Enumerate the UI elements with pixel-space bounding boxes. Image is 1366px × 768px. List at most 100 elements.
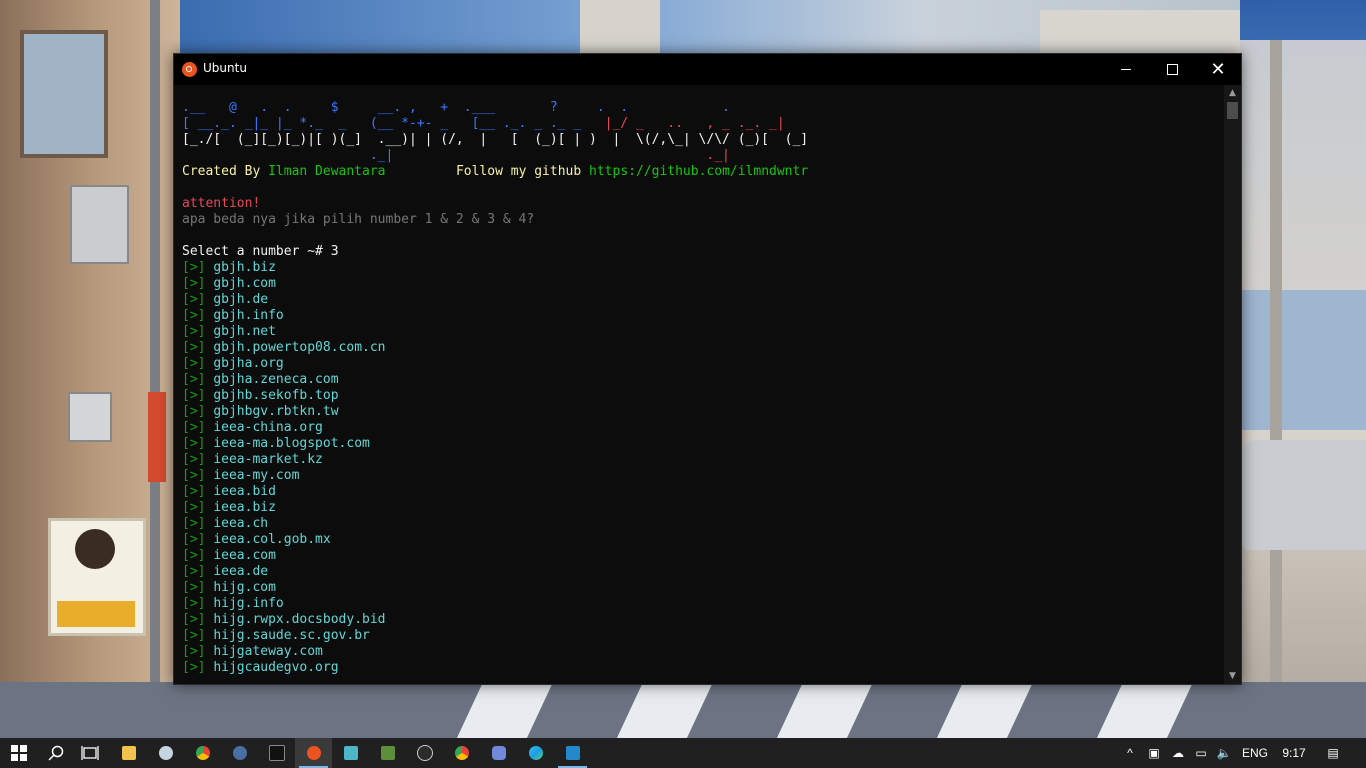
results-list: [>] gbjh.biz [>] gbjh.com [>] gbjh.de [>] g…: [182, 260, 1222, 676]
result-prefix: [>]: [182, 564, 206, 579]
result-prefix: [>]: [182, 628, 206, 643]
tray-webcam[interactable]: ▣: [1143, 738, 1165, 768]
game-icon: [232, 746, 247, 760]
result-domain: gbjha.zeneca.com: [213, 372, 339, 387]
taskbar-obs[interactable]: [406, 738, 443, 768]
result-line: [>] ieea.col.gob.mx: [182, 532, 1222, 548]
show-hidden-icons-button[interactable]: ^: [1120, 738, 1140, 768]
discord-icon: [491, 746, 506, 760]
wallpaper-poster-banner: [57, 601, 135, 627]
result-prefix: [>]: [182, 468, 206, 483]
result-prefix: [>]: [182, 532, 206, 547]
taskbar-file-explorer[interactable]: [110, 738, 147, 768]
wallpaper-building: [1040, 10, 1240, 54]
maximize-button[interactable]: [1149, 54, 1195, 85]
result-line: [>] ieea.bid: [182, 484, 1222, 500]
tray-clock[interactable]: 9:17: [1274, 738, 1314, 768]
result-domain: hijg.rwpx.docsbody.bid: [213, 612, 386, 627]
result-domain: hijg.com: [213, 580, 276, 595]
follow-label: Follow my github: [455, 164, 590, 179]
result-line: [>] gbjh.net: [182, 324, 1222, 340]
wallpaper-glass-wall: [1240, 290, 1366, 430]
ascii-banner-line: ._| ._|: [182, 148, 1222, 164]
result-domain: ieea.biz: [213, 500, 276, 515]
search-button[interactable]: [37, 738, 74, 768]
task-view-button[interactable]: [71, 738, 108, 768]
result-domain: gbjh.info: [213, 308, 284, 323]
window-title: Ubuntu: [203, 61, 247, 75]
scroll-down-arrow-icon[interactable]: ▼: [1224, 668, 1241, 684]
credits-line: Created By Ilman Dewantara Follow my git…: [182, 164, 1222, 180]
result-domain: ieea.de: [213, 564, 269, 579]
result-prefix: [>]: [182, 308, 206, 323]
result-prefix: [>]: [182, 644, 206, 659]
result-domain: hijgateway.com: [213, 644, 323, 659]
cloud-icon: ☁: [1172, 746, 1184, 760]
ascii-banner-red: ._|: [393, 148, 730, 163]
result-prefix: [>]: [182, 372, 206, 387]
result-line: [>] gbjha.org: [182, 356, 1222, 372]
result-prefix: [>]: [182, 420, 206, 435]
result-prefix: [>]: [182, 660, 206, 675]
terminal-window[interactable]: Ubuntu ✕ .__ @ . . $ __. , + .___ ? . . …: [173, 53, 1242, 685]
select-prompt: Select a number ~# 3: [182, 244, 339, 259]
result-line: [>] gbjh.de: [182, 292, 1222, 308]
scroll-thumb[interactable]: [1227, 102, 1238, 119]
window-titlebar[interactable]: Ubuntu ✕: [174, 54, 1241, 85]
result-line: [>] gbjh.biz: [182, 260, 1222, 276]
minimize-button[interactable]: [1103, 54, 1149, 85]
taskbar-edge[interactable]: [517, 738, 554, 768]
taskbar-sublime[interactable]: [332, 738, 369, 768]
wallpaper-meter-box: [68, 392, 112, 442]
maximize-icon: [1166, 63, 1178, 75]
action-center-button[interactable]: ▤: [1318, 738, 1348, 768]
result-domain: hijgcaudegvo.org: [213, 660, 339, 675]
result-line: [>] ieea-my.com: [182, 468, 1222, 484]
close-button[interactable]: ✕: [1195, 54, 1241, 85]
tray-language[interactable]: ENG: [1237, 738, 1273, 768]
taskbar-discord[interactable]: [480, 738, 517, 768]
ubuntu-icon: [306, 746, 321, 760]
result-domain: ieea.com: [213, 548, 276, 563]
start-button[interactable]: [0, 738, 37, 768]
taskbar-steam[interactable]: [147, 738, 184, 768]
result-prefix: [>]: [182, 324, 206, 339]
scroll-up-arrow-icon[interactable]: ▲: [1224, 85, 1241, 101]
github-link[interactable]: https://github.com/ilmndwntr: [589, 164, 808, 179]
result-line: [>] hijg.info: [182, 596, 1222, 612]
taskbar-terminal[interactable]: [258, 738, 295, 768]
result-prefix: [>]: [182, 596, 206, 611]
tray-volume[interactable]: 🔈: [1213, 738, 1235, 768]
wallpaper-right-building: [1240, 40, 1366, 690]
wallpaper-poster-figure: [75, 529, 115, 569]
tray-network[interactable]: ▭: [1191, 738, 1211, 768]
result-prefix: [>]: [182, 260, 206, 275]
taskbar-vscode[interactable]: [554, 738, 591, 768]
taskbar-minecraft[interactable]: [369, 738, 406, 768]
result-domain: ieea-ma.blogspot.com: [213, 436, 370, 451]
result-domain: gbjha.org: [213, 356, 284, 371]
ascii-banner-line: [_./[ (_][_)[_)|[ )(_] .__)| | (/, | [ (…: [182, 132, 809, 147]
result-line: [>] gbjh.com: [182, 276, 1222, 292]
result-prefix: [>]: [182, 548, 206, 563]
terminal-output[interactable]: .__ @ . . $ __. , + .___ ? . . . [ __._.…: [182, 100, 1222, 680]
result-line: [>] ieea.biz: [182, 500, 1222, 516]
task-view-icon: [80, 746, 99, 760]
taskbar-chrome-2[interactable]: [443, 738, 480, 768]
result-prefix: [>]: [182, 452, 206, 467]
tray-onedrive[interactable]: ☁: [1167, 738, 1189, 768]
wallpaper-pipe: [150, 0, 160, 690]
ascii-banner-line: .__ @ . . $ __. , + .___ ? . . .: [182, 100, 730, 115]
taskbar-game-app[interactable]: [221, 738, 258, 768]
taskbar-ubuntu[interactable]: [295, 738, 332, 768]
volume-icon: 🔈: [1216, 746, 1232, 760]
ascii-banner-red: |_/ _ .. , _ ._. _|: [596, 116, 785, 131]
result-domain: ieea-china.org: [213, 420, 323, 435]
wallpaper-shop-sign: [148, 392, 166, 482]
taskbar-chrome[interactable]: [184, 738, 221, 768]
result-prefix: [>]: [182, 388, 206, 403]
vertical-scrollbar[interactable]: ▲ ▼: [1224, 85, 1241, 684]
result-prefix: [>]: [182, 292, 206, 307]
